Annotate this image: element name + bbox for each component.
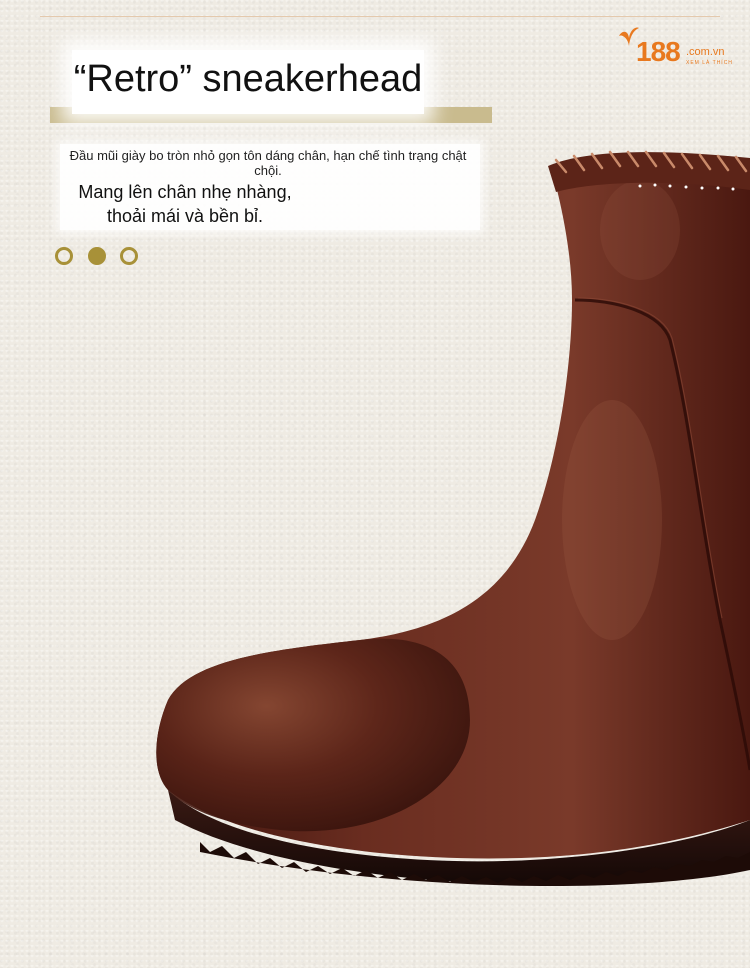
carousel-dot-2[interactable] — [88, 247, 106, 265]
product-banner: 188 .com.vn XEM LÀ THÍCH “Retro” sneaker… — [0, 0, 750, 968]
logo-domain: .com.vn — [686, 46, 725, 58]
page-title: “Retro” sneakerhead — [73, 58, 423, 100]
carousel-dot-1[interactable] — [55, 247, 73, 265]
description-small: Đầu mũi giày bo tròn nhỏ gọn tôn dáng ch… — [69, 148, 467, 178]
logo-tagline: XEM LÀ THÍCH — [686, 60, 733, 66]
brand-logo[interactable]: 188 .com.vn XEM LÀ THÍCH — [618, 24, 736, 72]
carousel-dot-3[interactable] — [120, 247, 138, 265]
logo-number: 188 — [636, 36, 681, 67]
description-large: Mang lên chân nhẹ nhàng, thoải mái và bề… — [78, 182, 292, 226]
